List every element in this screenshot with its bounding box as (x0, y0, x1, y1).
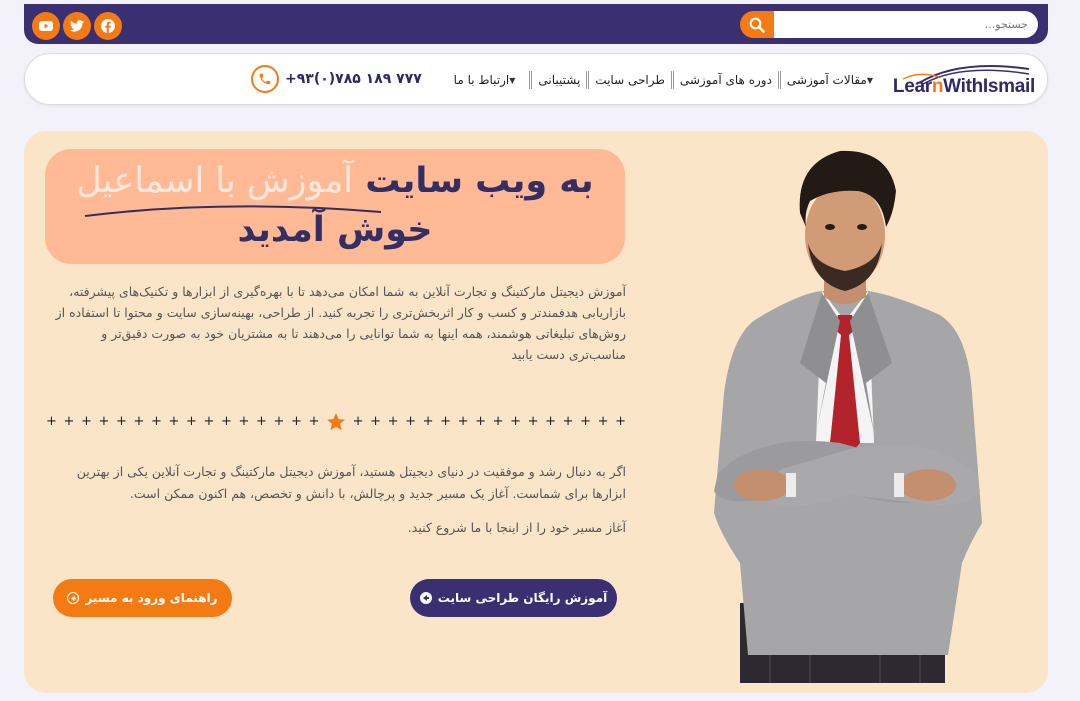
nav-menu: مقالات آموزشی ▼ دوره های آموزشی طراحی سا… (448, 69, 887, 91)
youtube-icon (39, 21, 53, 31)
nav-item-label: طراحی سایت (595, 73, 665, 87)
youtube-button[interactable] (32, 12, 60, 40)
nav-item-articles[interactable]: مقالات آموزشی ▼ (781, 73, 887, 87)
start-path-button[interactable]: راهنمای ورود به مسیر (53, 579, 232, 617)
facebook-button[interactable] (94, 12, 122, 40)
star-icon (327, 413, 345, 431)
hero-cta-text: آغاز مسیر خود را از اینجا با ما شروع کنی… (407, 520, 626, 535)
search-bar (740, 11, 1038, 38)
phone-icon (251, 65, 279, 93)
arrow-left-icon (67, 592, 80, 604)
logo-text: LearnWithIsmail (892, 76, 1035, 97)
nav-item-web-design[interactable]: طراحی سایت (589, 73, 671, 87)
arrow-left-icon (419, 592, 432, 604)
top-bar (24, 4, 1048, 44)
twitter-icon (70, 20, 84, 32)
headline-text-highlight: آموزش با اسماعیل (76, 161, 354, 201)
search-button[interactable] (740, 11, 774, 38)
chevron-down-icon: ▼ (866, 75, 873, 85)
button-label: آموزش رایگان طراحی سایت (437, 591, 608, 605)
nav-item-label: ارتباط با ما (453, 73, 510, 87)
search-input[interactable] (772, 11, 1038, 38)
search-icon (749, 17, 765, 33)
nav-item-courses[interactable]: دوره های آموزشی (674, 73, 778, 87)
site-logo[interactable]: LearnWithIsmail (893, 57, 1035, 103)
headline-text-dark: به ویب سایت (365, 161, 594, 201)
nav-item-label: پشتیبانی (538, 73, 581, 87)
hero-intro-paragraph: آموزش دیجیتل مارکتینگ و تجارت آنلاین به … (55, 284, 626, 362)
underline-swoosh-icon (84, 205, 382, 217)
chevron-down-icon: ▼ (509, 75, 516, 85)
hero-headline: به ویب سایت آموزش با اسماعیل خوش آمدید (45, 149, 625, 264)
twitter-button[interactable] (63, 12, 91, 40)
main-navigation: LearnWithIsmail مقالات آموزشی ▼ دوره های… (24, 53, 1048, 105)
nav-item-support[interactable]: پشتیبانی (532, 73, 586, 87)
star-divider: + + + + + + + + + + + + + + + + + + + + + + + + + + + + + + + + (46, 412, 626, 432)
nav-item-contact[interactable]: ارتباط با ما ▼ (448, 73, 530, 87)
headline-line-1: به ویب سایت آموزش با اسماعیل (45, 155, 625, 207)
nav-item-label: مقالات آموزشی (786, 73, 867, 87)
hero-growth-paragraph: اگر به دنبال رشد و موفقیت در دنیای دیجیت… (76, 464, 626, 501)
button-label: راهنمای ورود به مسیر (85, 591, 218, 605)
hero-section: به ویب سایت آموزش با اسماعیل خوش آمدید آ… (24, 131, 1048, 693)
phone-number: +۹۳(۰)۷۸۵ ۱۸۹ ۷۷۷ (285, 71, 422, 87)
phone-contact[interactable]: +۹۳(۰)۷۸۵ ۱۸۹ ۷۷۷ (251, 65, 422, 93)
facebook-icon (101, 19, 115, 33)
instructor-portrait (714, 150, 982, 683)
nav-item-label: دوره های آموزشی (679, 73, 772, 87)
free-web-design-button[interactable]: آموزش رایگان طراحی سایت (410, 579, 617, 617)
